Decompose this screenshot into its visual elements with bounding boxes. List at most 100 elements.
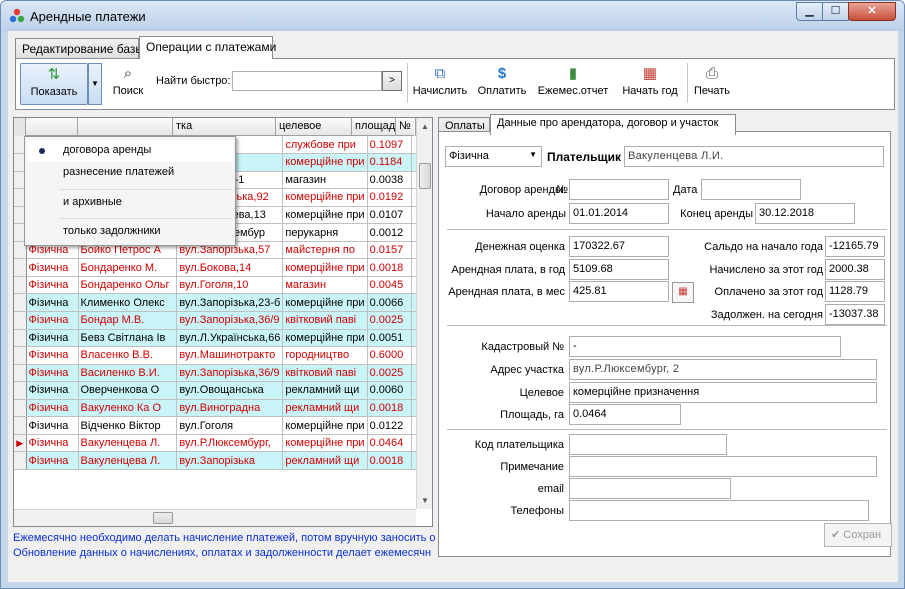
paid-field[interactable]: 1128.79 <box>825 281 885 302</box>
menu-item-label: договора аренды <box>63 144 152 156</box>
cell-address: вул.Бокова,14 <box>176 258 284 277</box>
pay-label: Оплатить <box>477 85 527 97</box>
vertical-scrollbar[interactable]: ▲ ▼ <box>416 118 432 509</box>
payer-field[interactable]: Вакуленцева Л.И. <box>624 146 884 167</box>
table-row[interactable]: Фізична Вакуленцева Л. вул.Запорізька рекла… <box>14 451 432 470</box>
cell-area: 0.1097 <box>367 136 412 155</box>
cell-area: 0.0045 <box>367 276 412 295</box>
cell-purpose: комерційне при <box>282 153 368 172</box>
cell-area: 0.0018 <box>367 258 412 277</box>
tab-payment-operations[interactable]: Операции с платежами <box>139 36 276 59</box>
vertical-scroll-thumb[interactable] <box>419 163 431 189</box>
print-button[interactable]: ⎙ Печать <box>690 63 734 105</box>
menu-item-payment-distribution[interactable]: разнесение платежей <box>27 162 233 184</box>
rent-month-field[interactable]: 425.81 <box>569 281 669 302</box>
payer-code-field[interactable] <box>569 434 727 455</box>
purpose-field[interactable]: комерційне призначення <box>569 382 877 403</box>
scroll-down-icon[interactable]: ▼ <box>417 492 432 509</box>
calculator-icon[interactable]: ▦ <box>672 282 694 303</box>
table-row[interactable]: ▶ Фізична Вакуленцева Л. вул.Р.Люксембург, к… <box>14 434 432 453</box>
person-type-select[interactable]: Фізична ▼ <box>445 146 542 167</box>
row-indicator <box>14 329 27 348</box>
cell-purpose: комерційне при <box>282 206 368 225</box>
cell-address: вул.Запорізька <box>176 451 284 470</box>
accrue-button[interactable]: ⧉ Начислить <box>410 63 470 105</box>
grid-header-address[interactable]: тка <box>173 118 276 136</box>
note-field[interactable] <box>569 456 877 477</box>
start-date-field[interactable]: 01.01.2014 <box>569 203 669 224</box>
table-row[interactable]: Фізична Бевз Світлана Ів вул.Л.Українська,… <box>14 329 432 348</box>
row-indicator: ▶ <box>14 434 27 453</box>
checkmark-icon: ✔ <box>831 529 841 541</box>
table-row[interactable]: Фізична Бондаренко Ольг вул.Гоголя,10 магаз… <box>14 276 432 295</box>
debt-label: Задолжен. на сегодня <box>710 309 823 321</box>
phones-field[interactable] <box>569 500 869 521</box>
address-field[interactable]: вул.Р.Люксембург, 2 <box>569 359 877 380</box>
table-row[interactable]: Фізична Клименко Олекс вул.Запорізька,23-б… <box>14 293 432 312</box>
tab-edit-database[interactable]: Редактирование базы <box>15 38 144 58</box>
pay-button[interactable]: $ Оплатить <box>472 63 532 105</box>
menu-item-debtors-only[interactable]: только задолжники <box>27 221 233 243</box>
email-field[interactable] <box>569 478 731 499</box>
toolbar-separator <box>687 63 688 103</box>
cell-purpose: рекламний щи <box>282 399 368 418</box>
printer-icon: ⎙ <box>705 65 718 82</box>
section-divider <box>447 325 887 326</box>
show-dropdown-arrow[interactable]: ▼ <box>88 63 102 105</box>
table-row[interactable]: Фізична Відченко Віктор вул.Гоголя комерцій… <box>14 416 432 435</box>
save-button[interactable]: ✔ Сохран <box>824 523 892 547</box>
cell-area: 0.0060 <box>367 381 412 400</box>
menu-item-archived[interactable]: и архивные <box>27 192 233 214</box>
end-date-field[interactable]: 30.12.2018 <box>755 203 855 224</box>
contract-date-field[interactable] <box>701 179 801 200</box>
find-go-button[interactable]: > <box>382 71 402 91</box>
menu-item-label: разнесение платежей <box>63 166 175 178</box>
contract-number-field[interactable] <box>569 179 669 200</box>
table-row[interactable]: Фізична Бондар М.В. вул.Запорізька,36/9 кві… <box>14 311 432 330</box>
table-row[interactable]: Фізична Оверченкова Овул.Овощанська реклам… <box>14 381 432 400</box>
rent-year-field[interactable]: 5109.68 <box>569 259 669 280</box>
cell-area: 0.6000 <box>367 346 412 365</box>
table-row[interactable]: Фізична Вакуленко Ка Овул.Виноградна рекла… <box>14 399 432 418</box>
new-year-button[interactable]: ▦ Начать год <box>616 63 684 105</box>
table-row[interactable]: Фізична Василенко В.И. вул.Запорізька,36/9… <box>14 364 432 383</box>
scroll-up-icon[interactable]: ▲ <box>417 118 432 135</box>
horizontal-scroll-thumb[interactable] <box>153 512 173 524</box>
grid-header-purpose[interactable]: целевое <box>276 118 352 136</box>
phones-label: Телефоны <box>510 505 564 517</box>
cell-area: 0.0066 <box>367 293 412 312</box>
accrue-label: Начислить <box>412 85 468 97</box>
cadastral-field[interactable]: - <box>569 336 841 357</box>
debt-field[interactable]: -13037.38 <box>825 304 885 325</box>
cell-purpose: магазин <box>282 171 368 190</box>
cell-area: 0.0157 <box>367 241 412 260</box>
show-button[interactable]: ⇅ Показать <box>20 63 88 105</box>
menu-item-contracts[interactable]: договора аренды <box>27 140 233 162</box>
opening-balance-field[interactable]: -12165.79 <box>825 236 885 257</box>
show-dropdown-menu: договора аренды разнесение платежей и ар… <box>24 136 236 246</box>
tab-tenant-data[interactable]: Данные про арендатора, договор и участок <box>490 114 736 135</box>
close-button[interactable]: ✕ <box>848 2 896 21</box>
grid-header-area[interactable]: площадь <box>352 118 396 136</box>
cell-area: 0.0051 <box>367 329 412 348</box>
accrued-field[interactable]: 2000.38 <box>825 259 885 280</box>
cell-type: Фізична <box>26 416 79 435</box>
find-input[interactable] <box>232 71 382 91</box>
area-field[interactable]: 0.0464 <box>569 404 681 425</box>
table-row[interactable]: Фізична Бондаренко М. вул.Бокова,14 комерці… <box>14 258 432 277</box>
valuation-field[interactable]: 170322.67 <box>569 236 669 257</box>
cell-address: вул.Машинотракто <box>176 346 284 365</box>
cell-area: 0.0012 <box>367 223 412 242</box>
cell-purpose: магазин <box>282 276 368 295</box>
horizontal-scrollbar[interactable] <box>14 509 416 526</box>
maximize-button[interactable]: ☐ <box>822 2 849 21</box>
grid-header-number[interactable]: № <box>396 118 416 136</box>
grid-header-type[interactable] <box>26 118 78 136</box>
cell-area: 0.0025 <box>367 364 412 383</box>
table-row[interactable]: Фізична Власенко В.В. вул.Машинотракто горо… <box>14 346 432 365</box>
minimize-button[interactable]: ▁ <box>796 2 823 21</box>
cell-name: Відченко Віктор <box>78 416 178 435</box>
grid-header-name[interactable] <box>78 118 173 136</box>
search-button[interactable]: ⌕ Поиск <box>108 63 148 105</box>
monthly-report-button[interactable]: ▮ Ежемес.отчет <box>534 63 612 105</box>
